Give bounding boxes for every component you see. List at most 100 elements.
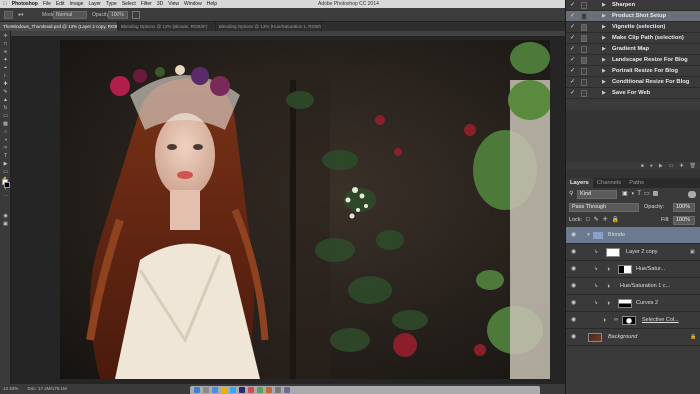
dialog-toggle-icon[interactable] [581,13,587,20]
path-select-tool-icon[interactable]: ▶ [2,161,9,167]
blend-mode-select[interactable]: Pass Through [569,203,639,212]
layer-row[interactable]: ◉ ▼ Blonde [566,227,700,244]
trash-icon[interactable] [284,387,290,393]
calendar-icon[interactable] [248,387,254,393]
tool-preset-icon[interactable] [4,11,13,19]
tab-document-3[interactable]: Blending Options @ 13% (Hue/Saturation 1… [216,22,322,31]
check-icon[interactable]: ✓ [570,55,575,66]
eye-icon[interactable]: ◉ [571,295,576,312]
brush-size-icon[interactable]: ●▾ [18,8,24,22]
finder-icon[interactable] [194,387,200,393]
crop-tool-icon[interactable]: ⌖ [2,65,9,71]
disclosure-triangle-icon[interactable]: ▶ [602,55,606,66]
dialog-toggle-icon[interactable] [581,57,587,64]
document-photo[interactable] [60,40,550,379]
history-brush-tool-icon[interactable]: ↻ [2,105,9,111]
menu-filter[interactable]: Filter [141,0,152,8]
clone-stamp-tool-icon[interactable]: ▲ [2,97,9,103]
menu-window[interactable]: Window [184,0,202,8]
dialog-toggle-icon[interactable] [581,35,587,42]
action-row[interactable]: ✓ ▶ Gradient Map [566,44,700,55]
eye-icon[interactable]: ◉ [571,227,576,244]
check-icon[interactable]: ✓ [570,77,575,88]
safari-icon[interactable] [212,387,218,393]
action-row[interactable]: ✓ ▶ Make Clip Path (selection) [566,33,700,44]
shape-tool-icon[interactable]: ▭ [2,169,9,175]
eye-icon[interactable]: ◉ [571,329,576,346]
opacity-field[interactable]: 100% [108,11,128,19]
tab-document-2[interactable]: Blending Options @ 13% (Blonde, RGB/8*) [118,22,216,31]
canvas-area[interactable] [11,37,565,384]
dialog-toggle-icon[interactable] [581,46,587,53]
dialog-toggle-icon[interactable] [581,90,587,97]
disclosure-triangle-icon[interactable]: ▶ [602,44,606,55]
eye-icon[interactable]: ◉ [571,278,576,295]
menu-layer[interactable]: Layer [88,0,101,8]
fill-field[interactable]: 100% [673,216,695,225]
lasso-tool-icon[interactable]: ∞ [2,49,9,55]
layer-row[interactable]: ◉ ↳ ◑ Hue/Saturation 1 c... [566,278,700,295]
new-set-icon[interactable]: ▭ [669,162,674,170]
launchpad-icon[interactable] [203,387,209,393]
menu-image[interactable]: Image [70,0,84,8]
quick-mask-icon[interactable]: ◉ [2,213,9,219]
menu-view[interactable]: View [168,0,179,8]
action-row[interactable]: ✓ ▶ Vignette (selection) [566,22,700,33]
disclosure-triangle-icon[interactable]: ▶ [602,22,606,33]
dodge-tool-icon[interactable]: ◑ [2,137,9,143]
new-action-icon[interactable]: ✚ [679,162,683,170]
action-row[interactable]: ✓ ▶ Sharpen [566,0,700,11]
tab-document-1[interactable]: TheWindows_Thumbnail.psd @ 13% (Layer 2 … [0,22,118,31]
check-icon[interactable]: ✓ [570,33,575,44]
lightroom-icon[interactable] [239,387,245,393]
settings-icon[interactable] [275,387,281,393]
quick-select-tool-icon[interactable]: ✦ [2,57,9,63]
brush-tool-icon[interactable]: ✎ [2,89,9,95]
layer-row[interactable]: ◉ Background 🔒 [566,329,700,346]
lock-icons[interactable]: □✎✛🔒 [586,214,623,227]
messages-icon[interactable] [257,387,263,393]
eye-icon[interactable]: ◉ [571,244,576,261]
layer-row[interactable]: ◉ ↳ ◑ Hue/Satur... [566,261,700,278]
stop-icon[interactable]: ■ [641,162,644,170]
eyedropper-tool-icon[interactable]: ⊦ [2,73,9,79]
dialog-toggle-icon[interactable] [581,2,587,9]
disclosure-triangle-icon[interactable]: ▶ [602,33,606,44]
gradient-tool-icon[interactable]: ▩ [2,121,9,127]
move-tool-icon[interactable]: ✛ [2,33,9,39]
check-icon[interactable]: ✓ [570,11,575,22]
menu-edit[interactable]: Edit [56,0,65,8]
type-tool-icon[interactable]: T [2,153,9,159]
menu-help[interactable]: Help [207,0,217,8]
healing-tool-icon[interactable]: ✚ [2,81,9,87]
disclosure-triangle-icon[interactable]: ▶ [602,77,606,88]
play-icon[interactable]: ▶ [659,162,663,170]
tab-channels[interactable]: Channels [593,178,626,188]
filter-toggle-icon[interactable] [688,191,696,198]
chevron-down-icon[interactable]: ▼ [586,227,591,244]
action-row[interactable]: ✓ ▶ Portrait Resize For Blog [566,66,700,77]
check-icon[interactable]: ✓ [570,66,575,77]
record-icon[interactable]: ● [650,162,653,170]
disclosure-triangle-icon[interactable]: ▶ [602,66,606,77]
action-row[interactable]: ✓ ▶ Landscape Resize For Blog [566,55,700,66]
layer-row[interactable]: ◉ ◑ ∞ Selective Col... [566,312,700,329]
menu-3d[interactable]: 3D [157,0,163,8]
filter-icons[interactable]: ▣◑T▭▩ [622,188,661,201]
photoshop-dock-icon[interactable] [230,387,236,393]
disclosure-triangle-icon[interactable]: ▶ [602,88,606,99]
screen-mode-icon[interactable]: ▣ [2,221,9,227]
pen-tool-icon[interactable]: ✑ [2,145,9,151]
eye-icon[interactable]: ◉ [571,312,576,329]
action-row[interactable]: ✓ ▶ Product Shot Setup [566,11,700,22]
action-row[interactable]: ✓ ▶ Conditional Resize For Blog [566,77,700,88]
dialog-toggle-icon[interactable] [581,24,587,31]
marquee-tool-icon[interactable]: □ [2,41,9,47]
background-color-swatch[interactable] [4,182,10,188]
mode-select[interactable]: Normal [53,11,87,19]
apple-icon[interactable]:  [3,0,7,8]
menu-type[interactable]: Type [106,0,117,8]
action-row[interactable]: ✓ ▶ Save For Web [566,88,700,99]
tab-layers[interactable]: Layers [566,178,593,188]
layer-opacity-field[interactable]: 100% [673,203,695,212]
